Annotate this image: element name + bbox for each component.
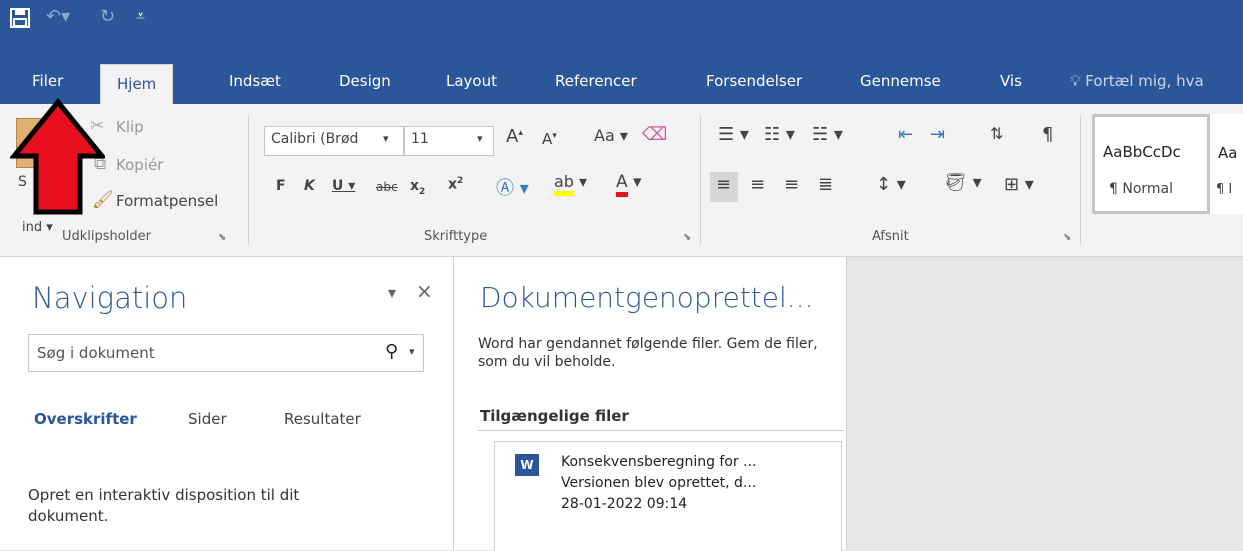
search-document-input[interactable]: Søg i dokument ⚲ ▾ xyxy=(28,334,424,372)
tab-home[interactable]: Hjem xyxy=(100,64,174,105)
search-placeholder: Søg i dokument xyxy=(37,344,155,362)
tab-review[interactable]: Gennemse xyxy=(860,58,941,104)
navigation-pane: Navigation ▾ × Søg i dokument ⚲ ▾ Oversk… xyxy=(0,257,454,550)
numbering-icon[interactable]: ☷ ▾ xyxy=(764,124,795,145)
file-name: Konsekvensberegning for ... xyxy=(561,454,757,470)
separator xyxy=(248,116,249,244)
font-size-value: 11 xyxy=(411,131,429,147)
underline-button[interactable]: U ▾ xyxy=(332,178,355,194)
tab-view[interactable]: Vis xyxy=(1000,58,1022,104)
shrink-font-button[interactable]: A▾ xyxy=(542,130,557,148)
grow-font-button[interactable]: A▴ xyxy=(506,126,523,147)
text-effects-icon[interactable]: Ⓐ ▾ xyxy=(496,174,529,200)
align-right-icon[interactable]: ≡ xyxy=(784,174,799,195)
strikethrough-button[interactable]: abc xyxy=(376,180,398,194)
undo-icon[interactable]: ↶▾ xyxy=(46,6,70,27)
recovery-title: Dokumentgenoprettel... xyxy=(480,281,814,314)
clipboard-group-label: Udklipsholder xyxy=(62,229,151,244)
navigation-hint: Opret en interaktiv disposition til dit … xyxy=(28,486,300,525)
separator xyxy=(700,116,701,244)
decrease-indent-icon[interactable]: ⇤ xyxy=(898,124,913,145)
multilevel-list-icon[interactable]: ☵ ▾ xyxy=(812,124,843,145)
lightbulb-icon: 💡︎ xyxy=(1070,72,1081,90)
font-name-value: Calibri (Brød xyxy=(271,131,359,147)
paste-sub-label[interactable]: ind ▾ xyxy=(22,220,53,235)
title-bar: ↶▾ ↻ ⩡ xyxy=(0,0,1243,58)
style-sample-2: Aa xyxy=(1218,144,1238,162)
dialog-launcher-icon[interactable]: ⬊ xyxy=(683,232,691,243)
chevron-down-icon[interactable]: ▾ xyxy=(409,345,415,358)
align-left-icon: ≡ xyxy=(716,174,732,195)
change-case-button[interactable]: Aa ▾ xyxy=(594,126,628,145)
increase-indent-icon[interactable]: ⇥ xyxy=(930,124,945,145)
tab-headings[interactable]: Overskrifter xyxy=(34,410,137,428)
recovered-file-item[interactable]: W Konsekvensberegning for ... Versionen … xyxy=(494,441,842,551)
search-icon[interactable]: ⚲ xyxy=(385,341,398,362)
tab-layout[interactable]: Layout xyxy=(446,58,497,104)
red-arrow-annotation xyxy=(10,98,105,215)
font-color-icon[interactable]: A ▾ xyxy=(616,172,642,197)
available-files-heading: Tilgængelige filer xyxy=(480,407,629,425)
navigation-title: Navigation xyxy=(32,281,188,315)
shading-icon[interactable]: 🪣︎ ▾ xyxy=(944,172,982,193)
recovery-description: Word har gendannet følgende filer. Gem d… xyxy=(478,336,818,370)
tab-pages[interactable]: Sider xyxy=(188,410,227,428)
style-sample: AaBbCcDc xyxy=(1103,143,1181,161)
show-marks-icon[interactable]: ¶ xyxy=(1042,124,1053,145)
document-area xyxy=(847,257,1243,550)
tab-mailings[interactable]: Forsendelser xyxy=(706,58,802,104)
word-document-icon: W xyxy=(515,454,539,476)
font-size-box[interactable]: 11 ▾ xyxy=(404,126,494,156)
save-icon[interactable] xyxy=(10,8,30,28)
close-icon[interactable]: × xyxy=(416,279,433,303)
tab-design[interactable]: Design xyxy=(339,58,391,104)
chevron-down-icon: ▾ xyxy=(477,132,483,145)
paragraph-group-label: Afsnit xyxy=(872,229,909,244)
style-next-label: ¶ I xyxy=(1216,182,1233,197)
font-group-label: Skrifttype xyxy=(424,229,488,244)
justify-icon[interactable]: ≣ xyxy=(818,174,833,195)
tab-results[interactable]: Resultater xyxy=(284,410,361,428)
file-date: 28-01-2022 09:14 xyxy=(561,496,688,512)
cut-button[interactable]: Klip xyxy=(116,118,144,136)
dialog-launcher-icon[interactable]: ⬊ xyxy=(218,232,226,243)
customize-qat-icon[interactable]: ⩡ xyxy=(136,6,145,26)
ribbon-tabs: Filer Hjem Indsæt Design Layout Referenc… xyxy=(0,58,1243,105)
borders-icon[interactable]: ⊞ ▾ xyxy=(1004,174,1034,195)
divider xyxy=(478,430,844,431)
tell-me-box[interactable]: 💡︎ Fortæl mig, hva xyxy=(1070,58,1204,104)
ribbon: S ind ▾ ✂ Klip ⧉ Kopiér 🖌︎ Formatpensel … xyxy=(0,104,1243,257)
file-status: Versionen blev oprettet, d... xyxy=(561,475,757,491)
chevron-down-icon: ▾ xyxy=(383,132,389,145)
align-center-icon[interactable]: ≡ xyxy=(750,174,765,195)
bold-button[interactable]: F xyxy=(276,178,286,194)
format-painter-button[interactable]: Formatpensel xyxy=(116,192,218,210)
document-recovery-pane: Dokumentgenoprettel... Word har gendanne… xyxy=(454,257,847,551)
font-name-box[interactable]: Calibri (Brød ▾ xyxy=(264,126,404,156)
sort-icon[interactable]: ⇅ xyxy=(990,124,1003,143)
style-normal[interactable]: AaBbCcDc ¶ Normal xyxy=(1092,114,1210,214)
highlight-color-icon[interactable]: ab ▾ xyxy=(554,172,587,196)
style-normal-label: ¶ Normal xyxy=(1109,181,1174,197)
line-spacing-icon[interactable]: ↕ ▾ xyxy=(876,174,906,195)
tell-me-text: Fortæl mig, hva xyxy=(1085,72,1204,90)
pane-options-icon[interactable]: ▾ xyxy=(388,283,396,302)
style-next[interactable]: Aa ¶ I xyxy=(1210,114,1243,214)
dialog-launcher-icon[interactable]: ⬊ xyxy=(1063,232,1071,243)
subscript-button[interactable]: x2 xyxy=(410,178,425,197)
clear-formatting-icon[interactable]: ⌫ xyxy=(642,124,667,145)
tab-references[interactable]: Referencer xyxy=(555,58,637,104)
italic-button[interactable]: K xyxy=(304,178,315,194)
tab-insert[interactable]: Indsæt xyxy=(229,58,281,104)
superscript-button[interactable]: x2 xyxy=(448,176,463,193)
redo-icon[interactable]: ↻ xyxy=(100,6,115,27)
bullets-icon[interactable]: ☰ ▾ xyxy=(718,124,749,145)
copy-button[interactable]: Kopiér xyxy=(116,156,163,174)
separator xyxy=(1080,116,1081,244)
